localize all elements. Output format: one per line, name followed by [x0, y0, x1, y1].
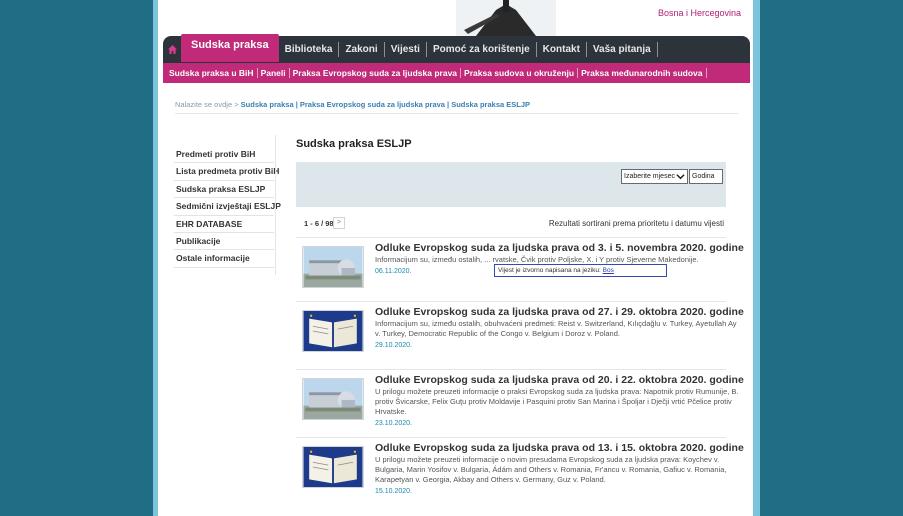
tooltip-language-link[interactable]: Bos [603, 267, 614, 274]
next-page-button[interactable]: > [333, 217, 345, 229]
news-item: Odluke Evropskog suda za ljudska prava o… [296, 369, 744, 437]
sidebar-item-lista[interactable]: Lista predmeta protiv BiH [174, 163, 279, 181]
year-input[interactable]: Godina [689, 169, 723, 184]
pager-count: 1 - 6 / 98 [304, 219, 334, 228]
news-title[interactable]: Odluke Evropskog suda za ljudska prava o… [375, 306, 744, 318]
news-summary: U prilogu možete preuzeti informacije o … [375, 387, 739, 416]
subnav-item[interactable]: Sudska praksa u BiH [166, 68, 258, 78]
nav-vasa-pitanja[interactable]: Vaša pitanja [587, 42, 658, 57]
nav-zakoni[interactable]: Zakoni [339, 42, 385, 57]
home-button[interactable] [163, 36, 181, 63]
sidebar-item-publikacije[interactable]: Publikacije [174, 233, 274, 251]
sort-note: Rezultati sortirani prema prioritetu i d… [548, 219, 724, 228]
region-label: Bosna i Hercegovina [657, 8, 741, 18]
nav-pomoc[interactable]: Pomoć za korištenje [427, 42, 537, 57]
main-nav: Sudska praksa Biblioteka Zakoni Vijesti … [163, 34, 750, 63]
header: Bosna i Hercegovina [158, 0, 753, 36]
breadcrumb: Nalazite se ovdje > Sudska praksa | Prak… [175, 100, 530, 109]
sidebar: Predmeti protiv BiH Lista predmeta proti… [174, 146, 281, 268]
subnav-item[interactable]: Paneli [258, 68, 290, 78]
month-select[interactable]: Izaberite mjesec [621, 169, 688, 184]
news-title[interactable]: Odluke Evropskog suda za ljudska prava o… [375, 242, 744, 254]
justice-statue-image [456, 0, 556, 36]
sidebar-item-predmeti[interactable]: Predmeti protiv BiH [174, 146, 274, 164]
news-body: Odluke Evropskog suda za ljudska prava o… [375, 374, 744, 437]
page: Bosna i Hercegovina Sudska praksa Biblio… [158, 0, 753, 516]
divider [275, 135, 276, 275]
nav-biblioteka[interactable]: Biblioteka [279, 42, 340, 57]
news-thumbnail[interactable] [302, 378, 364, 420]
news-summary: U prilogu možete preuzeti informacije o … [375, 455, 727, 484]
breadcrumb-prefix: Nalazite se ovdje > [175, 100, 241, 109]
content: Sudska praksa ESLJP Izaberite mjesec God… [296, 138, 744, 505]
sidebar-item-sudska-praksa[interactable]: Sudska praksa ESLJP [174, 181, 274, 199]
language-tooltip: Vijest je izvorno napisana na jeziku: Bo… [494, 264, 667, 277]
year-input-text: Godina [692, 173, 715, 180]
news-body: Odluke Evropskog suda za ljudska prava o… [375, 442, 744, 505]
nav-sudska-praksa[interactable]: Sudska praksa [181, 34, 279, 62]
subnav-item[interactable]: Praksa međunarodnih sudova [578, 68, 707, 78]
news-body: Odluke Evropskog suda za ljudska prava o… [375, 306, 744, 369]
page-title: Sudska praksa ESLJP [296, 138, 412, 150]
news-item: Odluke Evropskog suda za ljudska prava o… [296, 301, 744, 369]
sidebar-item-ehr[interactable]: EHR DATABASE [174, 216, 274, 233]
news-thumbnail[interactable] [302, 310, 364, 352]
breadcrumb-path[interactable]: Sudska praksa | Praksa Evropskog suda za… [241, 100, 530, 109]
subnav-item[interactable]: Praksa sudova u okruženju [461, 68, 579, 78]
chevron-down-icon [676, 174, 685, 180]
news-thumbnail[interactable] [302, 446, 364, 488]
subnav-item[interactable]: Praksa Evropskog suda za ljudska prava [290, 68, 462, 78]
nav-kontakt[interactable]: Kontakt [537, 42, 587, 57]
news-summary: Informacijum su, između ostalih, obuhvać… [375, 319, 737, 338]
news-thumbnail[interactable] [302, 246, 364, 288]
sidebar-item-sedmicni[interactable]: Sedmični izvještaji ESLJP [174, 198, 281, 216]
news-date: 29.10.2020. [375, 342, 412, 349]
news-list: Odluke Evropskog suda za ljudska prava o… [296, 237, 744, 505]
news-title[interactable]: Odluke Evropskog suda za ljudska prava o… [375, 374, 744, 386]
news-title[interactable]: Odluke Evropskog suda za ljudska prava o… [375, 442, 744, 454]
divider [175, 113, 738, 114]
sub-nav: Sudska praksa u BiH Paneli Praksa Evrops… [163, 63, 750, 83]
news-date: 15.10.2020. [375, 488, 412, 495]
news-date: 23.10.2020. [375, 420, 412, 427]
pager: 1 - 6 / 98 > Rezultati sortirani prema p… [296, 207, 726, 237]
filter-box: Izaberite mjesec Godina [296, 162, 726, 207]
news-item: Odluke Evropskog suda za ljudska prava o… [296, 437, 744, 505]
sidebar-item-ostale[interactable]: Ostale informacije [174, 250, 274, 268]
tooltip-text: Vijest je izvorno napisana na jeziku: [498, 267, 603, 274]
month-select-label: Izaberite mjesec [624, 173, 675, 180]
home-icon [167, 45, 177, 54]
nav-vijesti[interactable]: Vijesti [385, 42, 427, 57]
